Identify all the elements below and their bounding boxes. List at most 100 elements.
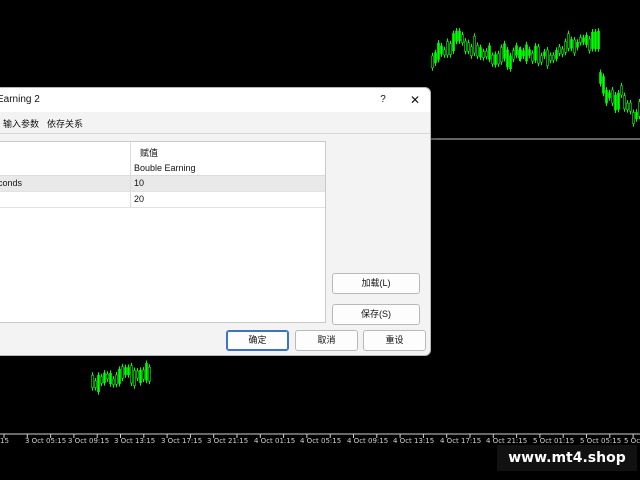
- candle-body: [94, 380, 97, 388]
- candle-body: [434, 52, 437, 64]
- candle-body: [461, 34, 464, 43]
- candle-body: [591, 31, 594, 49]
- candle-body: [611, 89, 614, 104]
- candle-body: [121, 366, 124, 379]
- candle-body: [145, 363, 148, 381]
- tab-dependencies[interactable]: 依存关系: [47, 117, 83, 130]
- help-button[interactable]: ?: [373, 92, 393, 108]
- value-column-header: 赋值: [140, 148, 159, 158]
- time-label: 4 Oct 17:15: [440, 437, 482, 445]
- candle-body: [635, 111, 638, 120]
- candle-body: [582, 37, 585, 43]
- candle-body: [519, 49, 522, 59]
- dialog-title: Earning 2: [0, 94, 40, 105]
- candle-body: [597, 30, 600, 50]
- candle-body: [500, 47, 503, 63]
- time-label: 3 Oct 13:15: [114, 437, 156, 445]
- time-label: 3 Oct 21:15: [207, 437, 249, 445]
- candle-body: [614, 94, 617, 111]
- reset-button[interactable]: 重设: [363, 330, 426, 351]
- candle-body: [458, 30, 461, 42]
- grid-cell-value[interactable]: Bouble Earning: [134, 163, 196, 173]
- candle-body: [515, 45, 518, 56]
- candle-body: [620, 85, 623, 96]
- candle-body: [602, 76, 605, 94]
- candle-body: [133, 370, 136, 387]
- candle-body: [139, 370, 142, 383]
- candle-body: [148, 366, 151, 382]
- candle-body: [534, 45, 537, 61]
- candle-body: [594, 31, 597, 49]
- candle-body: [479, 47, 482, 58]
- dialog-titlebar[interactable]: Earning 2 ? ✕: [0, 88, 430, 112]
- time-label: 3 Oct 17:15: [161, 437, 203, 445]
- candle-body: [537, 46, 540, 64]
- time-label: 3 Oct 05:15: [25, 437, 67, 445]
- candle-body: [446, 41, 449, 56]
- load-button[interactable]: 加载(L): [332, 273, 420, 294]
- candle-body: [97, 374, 100, 393]
- time-label: 3 Oct 09:15: [68, 437, 110, 445]
- candle-body: [531, 53, 534, 62]
- candle-body: [540, 55, 543, 63]
- time-label: 4 Oct 21:15: [486, 437, 528, 445]
- grid-cell-value[interactable]: 10: [134, 178, 144, 188]
- expert-properties-dialog: Earning 2 ? ✕ 输入参数 依存关系 赋值 Bouble Earnin…: [0, 87, 431, 356]
- candle-body: [579, 37, 582, 43]
- candle-body: [464, 40, 467, 52]
- candle-body: [525, 44, 528, 62]
- candle-body: [576, 41, 579, 48]
- inputs-grid[interactable]: 赋值 Bouble Earning conds 10 20: [0, 141, 326, 323]
- candle-body: [106, 374, 109, 379]
- candle-body: [482, 51, 485, 58]
- candle-body: [467, 42, 470, 52]
- time-label: 15: [0, 437, 9, 445]
- candle-body: [588, 38, 591, 51]
- candle-body: [470, 46, 473, 57]
- candle-body: [491, 55, 494, 65]
- time-label: 4 Oct 01:15: [254, 437, 296, 445]
- save-button[interactable]: 保存(S): [332, 304, 420, 325]
- candle-body: [585, 35, 588, 45]
- candle-body: [512, 50, 515, 60]
- table-row[interactable]: 20: [0, 192, 325, 208]
- grid-cell-value[interactable]: 20: [134, 194, 144, 204]
- candle-body: [455, 30, 458, 42]
- candle-body: [103, 372, 106, 384]
- candle-body: [91, 374, 94, 388]
- table-row[interactable]: conds 10: [0, 176, 325, 192]
- candle-body: [599, 72, 602, 84]
- candle-body: [632, 112, 635, 125]
- candle-body: [617, 92, 620, 110]
- time-label: 4 Oct 09:15: [347, 437, 389, 445]
- candle-body: [497, 53, 500, 65]
- time-label: 5 Oct: [624, 437, 640, 445]
- candle-body: [437, 42, 440, 60]
- candle-body: [605, 89, 608, 104]
- tab-inputs[interactable]: 输入参数: [3, 117, 39, 130]
- candle-body: [528, 49, 531, 56]
- watermark: www.mt4.shop: [497, 445, 637, 471]
- cancel-button[interactable]: 取消: [295, 330, 358, 351]
- candle-body: [494, 54, 497, 65]
- candle-body: [440, 45, 443, 55]
- candle-body: [136, 370, 139, 379]
- candle-body: [452, 33, 455, 52]
- close-button[interactable]: ✕: [405, 91, 425, 109]
- candle-body: [488, 45, 491, 60]
- candle-body: [570, 39, 573, 49]
- candle-body: [558, 46, 561, 54]
- candle-body: [100, 376, 103, 384]
- candle-body: [109, 373, 112, 385]
- candle-body: [115, 374, 118, 385]
- candle-body: [112, 378, 115, 385]
- candle-body: [476, 45, 479, 57]
- column-divider: [130, 142, 131, 208]
- candle-body: [506, 49, 509, 68]
- candle-body: [443, 49, 446, 56]
- candle-body: [573, 39, 576, 54]
- candle-body: [555, 50, 558, 59]
- ok-button[interactable]: 确定: [226, 330, 289, 351]
- candle-body: [124, 367, 127, 376]
- time-label: 4 Oct 13:15: [393, 437, 435, 445]
